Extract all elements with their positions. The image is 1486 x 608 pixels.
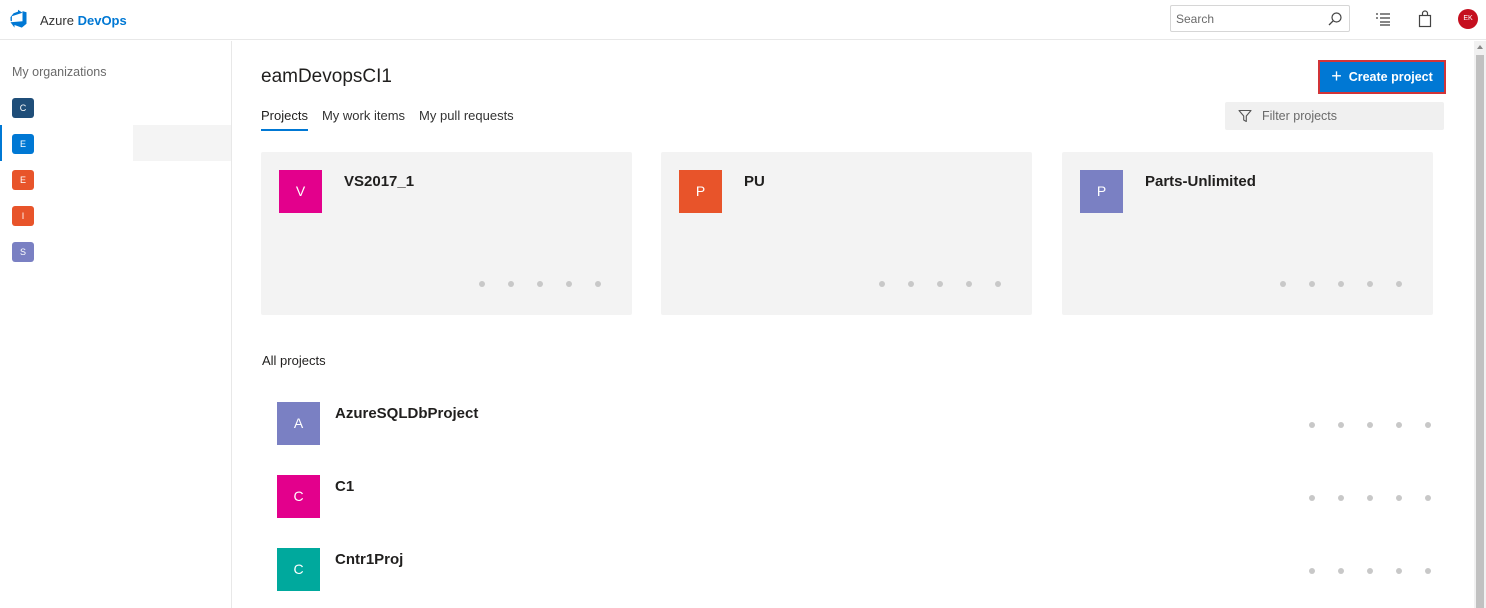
org-badge: E <box>12 134 34 154</box>
sidebar-org-item[interactable]: E <box>0 161 232 197</box>
brand-prefix: Azure <box>40 12 74 28</box>
project-links-placeholder <box>879 281 1001 287</box>
search-box[interactable] <box>1170 5 1350 32</box>
search-input[interactable] <box>1176 10 1316 28</box>
project-links-placeholder <box>1280 281 1402 287</box>
brand-name: DevOps <box>77 12 127 28</box>
project-avatar: V <box>279 170 322 213</box>
project-links-placeholder <box>479 281 601 287</box>
project-links-placeholder <box>1309 568 1431 574</box>
tab-my-pull-requests[interactable]: My pull requests <box>419 108 514 131</box>
selection-indicator <box>0 125 2 161</box>
all-projects-heading: All projects <box>262 353 326 368</box>
sidebar-org-item[interactable]: C <box>0 89 232 125</box>
sidebar-org-item[interactable]: I <box>0 197 232 233</box>
project-card[interactable]: P Parts-Unlimited <box>1062 152 1433 315</box>
project-avatar: C <box>277 548 320 591</box>
filter-icon <box>1238 109 1252 123</box>
sidebar-org-item[interactable]: S <box>0 233 232 269</box>
scrollbar-thumb[interactable] <box>1476 55 1484 608</box>
org-badge: I <box>12 206 34 226</box>
project-name: AzureSQLDbProject <box>335 405 479 422</box>
search-icon[interactable] <box>1327 11 1343 27</box>
tab-my-work-items[interactable]: My work items <box>322 108 405 131</box>
page-title: eamDevopsCI1 <box>261 66 392 87</box>
brand-link[interactable]: Azure DevOps <box>9 9 127 31</box>
create-project-button-body: + Create project <box>1321 63 1443 91</box>
project-name: VS2017_1 <box>344 173 415 190</box>
project-links-placeholder <box>1309 495 1431 501</box>
org-badge: E <box>12 170 34 190</box>
sidebar-org-item-selected[interactable]: E <box>0 125 232 161</box>
project-card[interactable]: V VS2017_1 <box>261 152 632 315</box>
project-name: Cntr1Proj <box>335 551 404 568</box>
shopping-bag-icon[interactable] <box>1416 10 1434 28</box>
vertical-scrollbar[interactable] <box>1474 41 1486 608</box>
project-avatar: P <box>679 170 722 213</box>
project-list-row[interactable]: A AzureSQLDbProject <box>277 402 1447 446</box>
tab-projects[interactable]: Projects <box>261 108 308 131</box>
organizations-sidebar: My organizations C E E I S <box>0 41 232 608</box>
create-project-button[interactable]: + Create project <box>1318 60 1446 94</box>
project-name: C1 <box>335 478 355 495</box>
user-avatar[interactable]: EK <box>1458 9 1478 29</box>
row-hover-highlight <box>133 125 231 161</box>
scroll-up-arrow-icon[interactable] <box>1477 45 1483 49</box>
project-avatar: A <box>277 402 320 445</box>
project-avatar: C <box>277 475 320 518</box>
project-list-row[interactable]: C Cntr1Proj <box>277 548 1447 592</box>
filter-projects-input[interactable] <box>1262 108 1432 124</box>
azure-devops-logo-icon <box>9 8 29 33</box>
main-content: eamDevopsCI1 + Create project Projects M… <box>233 41 1473 608</box>
project-name: Parts-Unlimited <box>1145 173 1256 190</box>
project-card[interactable]: P PU <box>661 152 1032 315</box>
top-navigation-bar: Azure DevOps EK <box>0 0 1486 40</box>
create-project-label: Create project <box>1348 70 1433 84</box>
plus-icon: + <box>1331 66 1342 86</box>
project-list-row[interactable]: C C1 <box>277 475 1447 519</box>
project-avatar: P <box>1080 170 1123 213</box>
tab-bar: Projects My work items My pull requests <box>261 108 528 131</box>
project-links-placeholder <box>1309 422 1431 428</box>
org-badge: C <box>12 98 34 118</box>
project-name: PU <box>744 173 765 190</box>
work-items-list-icon[interactable] <box>1374 10 1392 28</box>
filter-projects-box[interactable] <box>1225 102 1444 130</box>
brand-title: Azure DevOps <box>40 13 127 28</box>
org-badge: S <box>12 242 34 262</box>
sidebar-title: My organizations <box>12 65 107 79</box>
